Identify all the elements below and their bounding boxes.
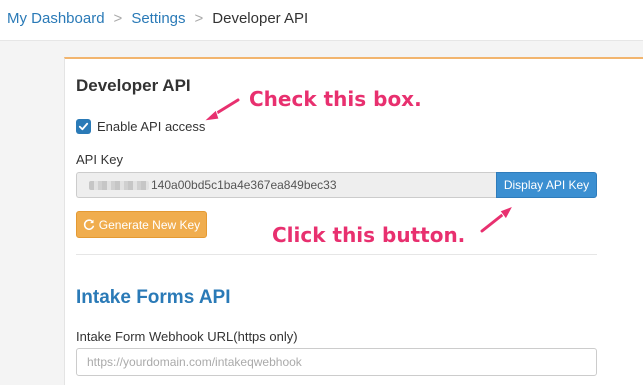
enable-api-label[interactable]: Enable API access — [97, 119, 205, 134]
breadcrumb-settings-link[interactable]: Settings — [131, 10, 185, 27]
annotation-click-button: Click this button. — [272, 223, 466, 247]
checkmark-icon — [78, 122, 89, 130]
breadcrumb-separator: > — [194, 10, 204, 27]
redacted-key-prefix — [89, 180, 149, 190]
top-bar: My Dashboard > Settings > Developer API — [0, 0, 643, 41]
annotation-check-box: Check this box. — [249, 87, 422, 111]
refresh-icon — [83, 218, 95, 230]
api-key-value: 140a00bd5c1ba4e367ea849bec33 — [151, 178, 337, 192]
breadcrumb-dashboard-link[interactable]: My Dashboard — [7, 10, 105, 27]
display-api-key-button[interactable]: Display API Key — [496, 172, 597, 198]
section-divider — [76, 254, 597, 255]
webhook-url-label: Intake Form Webhook URL(https only) — [76, 329, 298, 344]
api-key-field[interactable]: 140a00bd5c1ba4e367ea849bec33 — [76, 172, 496, 198]
breadcrumb-separator: > — [113, 10, 123, 27]
webhook-url-input[interactable] — [76, 348, 597, 376]
breadcrumb: My Dashboard > Settings > Developer API — [7, 10, 308, 28]
enable-api-checkbox[interactable] — [76, 118, 91, 134]
annotation-arrow-to-button — [479, 205, 515, 234]
generate-new-key-label: Generate New Key — [98, 217, 201, 232]
breadcrumb-current: Developer API — [212, 10, 309, 27]
annotation-arrow-to-checkbox — [202, 97, 241, 122]
intake-forms-title: Intake Forms API — [76, 287, 231, 308]
generate-new-key-button[interactable]: Generate New Key — [76, 211, 207, 238]
section-title: Developer API — [76, 76, 191, 95]
api-key-label: API Key — [76, 152, 123, 167]
enable-api-row: Enable API access — [76, 117, 205, 135]
